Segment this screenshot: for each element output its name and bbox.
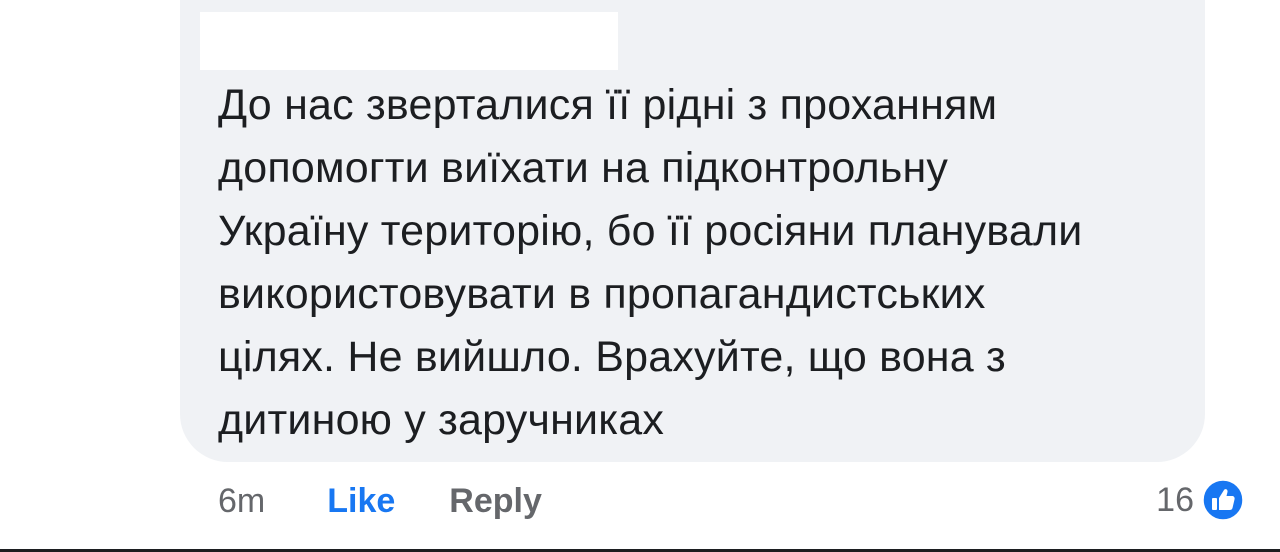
like-thumbs-up-icon (1202, 479, 1244, 521)
comment-screenshot: До нас зверталися її рідні з проханням д… (0, 0, 1280, 552)
comment-line: використовувати в пропагандистських (218, 270, 986, 318)
comment-timestamp[interactable]: 6m (218, 482, 265, 521)
comment-line: цілях. Не вийшло. Врахуйте, що вона з (218, 333, 1006, 381)
reply-button[interactable]: Reply (449, 482, 542, 521)
comment-actions: 6m Like Reply (218, 478, 542, 524)
reaction-count: 16 (1156, 480, 1194, 519)
like-button[interactable]: Like (327, 482, 395, 521)
comment-line: Україну територію, бо її росіяни планува… (218, 207, 1083, 255)
comment-line: До нас зверталися її рідні з проханням (218, 81, 998, 129)
redacted-author-name (200, 12, 618, 70)
reaction-summary[interactable]: 16 (1156, 476, 1244, 524)
comment-text: До нас зверталися її рідні з проханням д… (218, 74, 1193, 452)
comment-line: дитиною у заручниках (218, 396, 665, 444)
comment-line: допомогти виїхати на підконтрольну (218, 144, 949, 192)
